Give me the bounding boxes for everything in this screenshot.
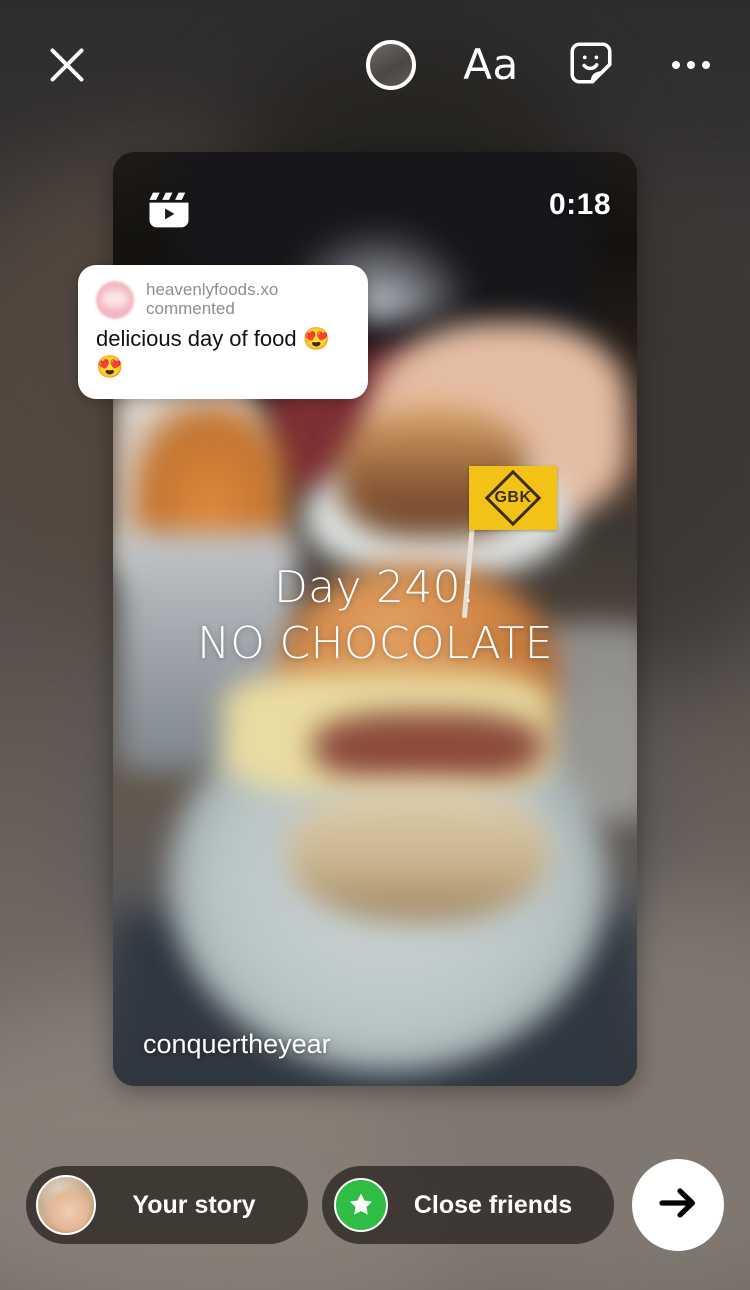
close-friends-button[interactable]: Close friends bbox=[322, 1166, 614, 1244]
instagram-story-editor: Aa GBK 0:18 conquertheyear Day 240: NO C… bbox=[0, 0, 750, 1290]
your-story-label: Your story bbox=[132, 1190, 256, 1219]
reels-icon bbox=[143, 184, 195, 236]
comment-sticker[interactable]: heavenlyfoods.xo commented delicious day… bbox=[78, 265, 368, 400]
bottom-action-bar: Your story Close friends bbox=[0, 1120, 750, 1290]
text-tool-button[interactable]: Aa bbox=[454, 28, 528, 102]
close-button[interactable] bbox=[30, 28, 104, 102]
comment-sticker-header: heavenlyfoods.xo commented bbox=[96, 280, 350, 319]
comment-sticker-username: heavenlyfoods.xo commented bbox=[146, 280, 279, 318]
story-handle-text: conquertheyear bbox=[143, 1029, 331, 1059]
more-horizontal-icon bbox=[672, 61, 710, 69]
close-friends-star-icon bbox=[334, 1178, 388, 1232]
toolbar-actions: Aa bbox=[354, 28, 728, 102]
sticker-tool-button[interactable] bbox=[554, 28, 628, 102]
commenter-avatar bbox=[96, 281, 134, 319]
color-circle-icon bbox=[366, 40, 416, 90]
comment-sticker-text: delicious day of food 😍😍 bbox=[96, 326, 331, 380]
sticker-icon bbox=[566, 38, 616, 93]
caption-line-2: NO CHOCOLATE bbox=[197, 618, 553, 670]
your-story-button[interactable]: Your story bbox=[26, 1166, 308, 1244]
video-duration: 0:18 bbox=[548, 188, 611, 221]
story-caption-overlay[interactable]: Day 240: NO CHOCOLATE bbox=[113, 560, 637, 673]
arrow-right-icon bbox=[654, 1179, 702, 1232]
next-button[interactable] bbox=[632, 1159, 724, 1251]
close-icon bbox=[47, 45, 87, 85]
more-options-button[interactable] bbox=[654, 28, 728, 102]
gbk-flag-label: GBK bbox=[494, 489, 532, 506]
top-toolbar: Aa bbox=[0, 0, 750, 130]
close-friends-label: Close friends bbox=[413, 1190, 573, 1219]
avatar bbox=[36, 1175, 96, 1235]
draw-color-tool-button[interactable] bbox=[354, 28, 428, 102]
caption-line-1: Day 240: bbox=[273, 562, 477, 613]
text-aa-icon: Aa bbox=[463, 40, 519, 89]
